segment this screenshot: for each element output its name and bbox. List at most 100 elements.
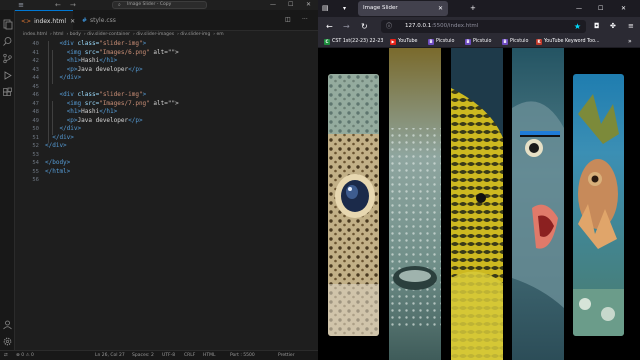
slider-image-1[interactable] (328, 74, 379, 336)
bookmark-item[interactable]: C CST 1st(22-23) 22-23 (324, 36, 383, 48)
bookmark-item[interactable]: B Picstuio (428, 36, 454, 48)
command-center[interactable]: ⌕ Image Slider - Copy (112, 1, 207, 9)
line-number: 56 (32, 177, 39, 183)
bookmark-favicon: B (465, 39, 471, 45)
forward-button[interactable]: → (343, 17, 350, 36)
close-window-button[interactable]: ✕ (306, 0, 311, 10)
breadcrumb-item[interactable]: body (70, 32, 81, 37)
code-line: </body> (45, 159, 71, 166)
minimize-button[interactable]: — (576, 0, 582, 17)
editor-tabs: <> index.html ✕ # style.css (15, 10, 318, 31)
navigation-toolbar: ← → ↻ ⓘ 127.0.0.1:5500/index.html ★ ◘ ✤ … (318, 17, 640, 36)
page-viewport (318, 48, 640, 360)
breadcrumb: index.html › html › body › div.slider-conta… (23, 32, 224, 37)
prettier-status[interactable]: Prettier (278, 351, 295, 360)
bookmark-item[interactable]: B Picstuio (465, 36, 491, 48)
breadcrumb-item[interactable]: div.slider-container (87, 32, 130, 37)
account-icon[interactable] (2, 315, 13, 330)
reload-button[interactable]: ↻ (361, 17, 368, 36)
line-number: 55 (32, 168, 39, 175)
errors-count[interactable]: ⊗ 0 ⚠ 0 (16, 351, 34, 360)
maximize-button[interactable]: ☐ (598, 0, 603, 17)
cursor-position[interactable]: Ln 26, Col 27 (95, 351, 125, 360)
close-window-button[interactable]: ✕ (621, 0, 626, 17)
minimize-button[interactable]: — (270, 0, 276, 10)
breadcrumb-item[interactable]: em (217, 32, 224, 37)
line-ending[interactable]: CRLF (184, 351, 195, 360)
search-icon: ⌕ (118, 2, 121, 8)
code-line: <img src="Images/6.png" alt=""> (66, 48, 179, 56)
indent-guide (52, 100, 53, 135)
url-host: 127.0.0.1 (405, 23, 432, 29)
back-button[interactable]: ← (326, 17, 333, 36)
search-icon[interactable] (2, 32, 13, 46)
line-number: 42 (32, 58, 39, 64)
code-line: <div class="slider-img"> (59, 40, 147, 47)
code-line: </div> (59, 125, 82, 132)
forward-arrow-icon[interactable]: → (70, 0, 76, 10)
slider-image-4[interactable] (512, 48, 564, 360)
page-info-icon[interactable]: ⓘ (386, 20, 392, 33)
pocket-icon[interactable]: ◘ (594, 17, 600, 36)
code-line: <p>Java developer</p> (66, 116, 143, 124)
vscode-titlebar: ≡ ← → ⌕ Image Slider - Copy — ☐ ✕ (0, 0, 318, 10)
status-bar: ⇄ ⊗ 0 ⚠ 0 Ln 26, Col 27 Spaces: 2 UTF-8 … (0, 350, 318, 360)
bookmarks-toolbar: C CST 1st(22-23) 22-23 ▶ YouTube B Picstuio… (318, 36, 640, 48)
new-tab-button[interactable]: + (470, 0, 476, 17)
breadcrumb-item[interactable]: div.slider-images (136, 32, 174, 37)
line-number: 44 (32, 75, 39, 81)
activity-bar (0, 10, 15, 350)
line-number: 50 (32, 126, 39, 132)
maximize-button[interactable]: ☐ (288, 0, 293, 10)
settings-gear-icon[interactable] (2, 332, 13, 346)
split-editor-icon[interactable]: ◫ (285, 15, 291, 25)
extensions-icon[interactable]: ✤ (610, 17, 616, 36)
code-line: </div> (52, 133, 74, 141)
tab-style-css[interactable]: # style.css (74, 10, 134, 31)
back-arrow-icon[interactable]: ← (55, 0, 61, 10)
browser-tab-image-slider[interactable]: Image Slider ✕ (358, 1, 448, 16)
line-number: 45 (32, 83, 39, 90)
html-file-icon: <> (21, 18, 32, 25)
bookmarks-overflow-icon[interactable]: » (628, 36, 632, 48)
breadcrumb-item[interactable]: html (53, 32, 63, 37)
bookmark-star-icon[interactable]: ★ (574, 20, 581, 33)
more-actions-icon[interactable]: ··· (302, 15, 308, 25)
breadcrumb-item[interactable]: index.html (23, 32, 47, 37)
firefox-view-icon[interactable]: ▤ (322, 0, 329, 17)
youtube-icon: ▶ (390, 39, 396, 45)
close-tab-icon[interactable]: ✕ (438, 1, 443, 16)
menu-icon[interactable]: ≡ (15, 0, 27, 10)
bookmark-item[interactable]: K YouTube Keyword Too... (536, 36, 600, 48)
breadcrumb-item[interactable]: div.slider-img (180, 32, 210, 37)
tab-list-icon[interactable]: ▾ (343, 0, 346, 17)
slider-image-2[interactable] (389, 48, 441, 360)
line-number: 54 (32, 160, 39, 166)
bookmark-item[interactable]: B Picstuio (502, 36, 528, 48)
run-debug-icon[interactable] (2, 66, 13, 80)
extensions-icon[interactable] (2, 83, 13, 96)
url-bar[interactable]: ⓘ 127.0.0.1:5500/index.html ★ (381, 20, 586, 33)
code-line: </html> (45, 167, 71, 175)
indent-guide (52, 49, 53, 84)
slider-image-5[interactable] (573, 74, 624, 336)
line-number: 52 (32, 143, 39, 149)
live-server-port[interactable]: Port : 5500 (230, 351, 255, 360)
line-number: 48 (32, 109, 39, 115)
line-number: 47 (32, 100, 39, 107)
line-number: 40 (32, 41, 39, 47)
tab-index-html[interactable]: <> index.html ✕ (15, 10, 75, 31)
overflow-menu-icon[interactable]: ≡ (628, 17, 634, 36)
slider-image-3[interactable] (451, 48, 503, 360)
vscode-window: ≡ ← → ⌕ Image Slider - Copy — ☐ ✕ <> ind… (0, 0, 318, 360)
bookmark-item[interactable]: ▶ YouTube (390, 36, 418, 48)
bookmark-favicon: B (502, 39, 508, 45)
language-mode[interactable]: HTML (203, 351, 216, 360)
bookmark-favicon: B (428, 39, 434, 45)
remote-icon[interactable]: ⇄ (4, 351, 8, 360)
encoding[interactable]: UTF-8 (162, 351, 175, 360)
code-line: </div> (59, 74, 82, 81)
explorer-icon[interactable] (2, 15, 13, 30)
source-control-icon[interactable] (2, 49, 13, 64)
indentation[interactable]: Spaces: 2 (132, 351, 154, 360)
